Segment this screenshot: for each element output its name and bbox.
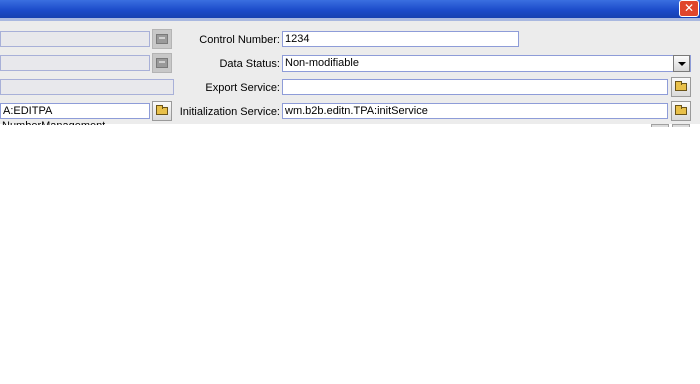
form-panel: A:EDITPA Control Number: 1234 Data Statu…	[0, 21, 700, 124]
left-field-1[interactable]	[0, 31, 150, 47]
left-browse-button-1[interactable]	[152, 29, 172, 49]
close-button[interactable]: ✕	[679, 0, 699, 17]
disabled-browse-icon	[156, 34, 168, 44]
export-service-field[interactable]	[282, 79, 668, 95]
control-number-label: Control Number:	[199, 34, 280, 46]
left-browse-button-4[interactable]	[152, 101, 172, 121]
data-status-select[interactable]: Non-modifiable	[282, 55, 691, 72]
data-status-label: Data Status:	[219, 58, 280, 70]
init-service-field[interactable]: wm.b2b.editn.TPA:initService	[282, 103, 668, 119]
left-field-4[interactable]: A:EDITPA	[0, 103, 150, 119]
folder-icon	[675, 81, 687, 91]
chevron-down-icon[interactable]	[673, 55, 690, 72]
export-service-browse-button[interactable]	[671, 77, 691, 97]
folder-icon	[675, 105, 687, 115]
clipped-row-text: NumberManagement	[2, 121, 105, 125]
data-status-value: Non-modifiable	[285, 57, 359, 69]
disabled-browse-icon	[156, 58, 168, 68]
clipped-button-edge	[651, 124, 669, 127]
clipped-button-edge	[672, 124, 690, 127]
control-number-field[interactable]: 1234	[282, 31, 519, 47]
init-service-label: Initialization Service:	[179, 106, 280, 118]
window-title-bar: ✕	[0, 0, 700, 18]
left-field-2[interactable]	[0, 55, 150, 71]
export-service-label: Export Service:	[205, 82, 280, 94]
folder-icon	[156, 105, 168, 115]
left-browse-button-2[interactable]	[152, 53, 172, 73]
left-field-3[interactable]	[0, 79, 174, 95]
init-service-browse-button[interactable]	[671, 101, 691, 121]
